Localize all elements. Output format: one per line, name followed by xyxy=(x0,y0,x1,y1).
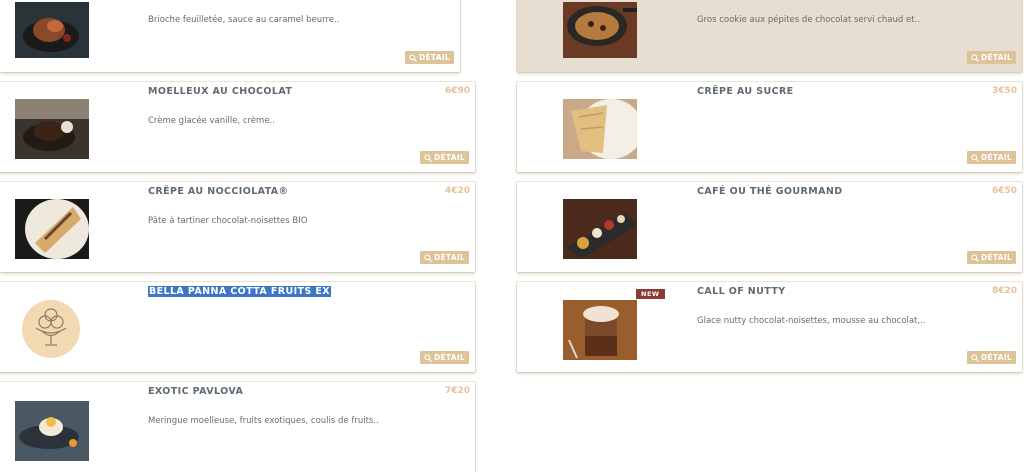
item-price: 6€90 xyxy=(444,86,470,96)
menu-card[interactable]: Brioche feuilletée, sauce au caramel beu… xyxy=(0,0,460,72)
crepe-nocciolata-photo xyxy=(15,199,89,259)
magnifier-icon xyxy=(409,53,417,62)
pavlova-photo xyxy=(15,401,89,461)
item-title[interactable]: EXOTIC PAVLOVA xyxy=(148,386,243,397)
item-price: 6€50 xyxy=(991,186,1017,196)
item-title[interactable]: MOELLEUX AU CHOCOLAT xyxy=(148,86,292,97)
item-price: 4€20 xyxy=(444,186,470,196)
chocolate-cake-photo xyxy=(15,99,89,159)
detail-button[interactable]: DÉTAIL xyxy=(966,251,1016,264)
cafe-gourmand-photo xyxy=(563,199,637,259)
item-price: 7€20 xyxy=(444,386,470,396)
detail-button[interactable]: DÉTAIL xyxy=(419,251,469,264)
detail-button[interactable]: DÉTAIL xyxy=(966,151,1016,164)
menu-card[interactable]: CRÊPE AU NOCCIOLATA® 4€20 Pâte à tartine… xyxy=(0,182,475,272)
item-title[interactable]: CRÊPE AU SUCRE xyxy=(697,86,794,97)
menu-card[interactable]: MOELLEUX AU CHOCOLAT 6€90 Crème glacée v… xyxy=(0,82,475,172)
item-title[interactable]: CAFÉ OU THÉ GOURMAND xyxy=(697,186,842,197)
crepe-sucre-photo xyxy=(563,99,637,159)
menu-card[interactable]: CRÊPE AU SUCRE 3€50 DÉTAIL xyxy=(517,82,1022,172)
detail-button[interactable]: DÉTAIL xyxy=(419,151,469,164)
magnifier-icon xyxy=(424,353,432,362)
detail-button[interactable]: DÉTAIL xyxy=(966,351,1016,364)
item-description: Brioche feuilletée, sauce au caramel beu… xyxy=(148,15,340,25)
detail-button[interactable]: DÉTAIL xyxy=(404,51,454,64)
brioche-photo xyxy=(15,2,89,58)
magnifier-icon xyxy=(424,253,432,262)
menu-card[interactable]: Gros cookie aux pépites de chocolat serv… xyxy=(517,0,1022,72)
nutty-glass-photo xyxy=(563,300,637,360)
menu-card[interactable]: NEW CALL OF NUTTY 8€20 Glace nutty choco… xyxy=(517,282,1022,372)
item-price: 3€50 xyxy=(991,86,1017,96)
item-description: Glace nutty chocolat-noisettes, mousse a… xyxy=(697,316,926,326)
new-badge: NEW xyxy=(636,289,665,299)
menu-card[interactable]: BELLA PANNA COTTA FRUITS EX .. DÉTAIL xyxy=(0,282,475,372)
detail-label: DÉTAIL xyxy=(980,353,1012,362)
detail-label: DÉTAIL xyxy=(433,253,465,262)
detail-label: DÉTAIL xyxy=(433,153,465,162)
item-description: Gros cookie aux pépites de chocolat serv… xyxy=(697,15,920,25)
magnifier-icon xyxy=(971,153,979,162)
cookie-pan-photo xyxy=(563,2,637,58)
item-title-ellipsis: .. xyxy=(301,286,308,297)
magnifier-icon xyxy=(971,53,979,62)
item-title[interactable]: CALL OF NUTTY xyxy=(697,286,786,297)
magnifier-icon xyxy=(424,153,432,162)
item-description: Pâte à tartiner chocolat-noisettes BIO xyxy=(148,216,308,226)
detail-button[interactable]: DÉTAIL xyxy=(966,51,1016,64)
detail-button[interactable]: DÉTAIL xyxy=(419,351,469,364)
detail-label: DÉTAIL xyxy=(418,53,450,62)
item-price: 8€20 xyxy=(991,286,1017,296)
ice-cream-placeholder-icon xyxy=(22,300,80,358)
item-title[interactable]: CRÊPE AU NOCCIOLATA® xyxy=(148,186,288,197)
detail-label: DÉTAIL xyxy=(980,153,1012,162)
magnifier-icon xyxy=(971,353,979,362)
detail-label: DÉTAIL xyxy=(980,253,1012,262)
item-description: Crème glacée vanille, crème.. xyxy=(148,116,275,126)
detail-label: DÉTAIL xyxy=(433,353,465,362)
menu-card[interactable]: CAFÉ OU THÉ GOURMAND 6€50 DÉTAIL xyxy=(517,182,1022,272)
detail-label: DÉTAIL xyxy=(980,53,1012,62)
menu-card[interactable]: EXOTIC PAVLOVA 7€20 Meringue moelleuse, … xyxy=(0,382,475,472)
item-description: Meringue moelleuse, fruits exotiques, co… xyxy=(148,416,379,426)
magnifier-icon xyxy=(971,253,979,262)
